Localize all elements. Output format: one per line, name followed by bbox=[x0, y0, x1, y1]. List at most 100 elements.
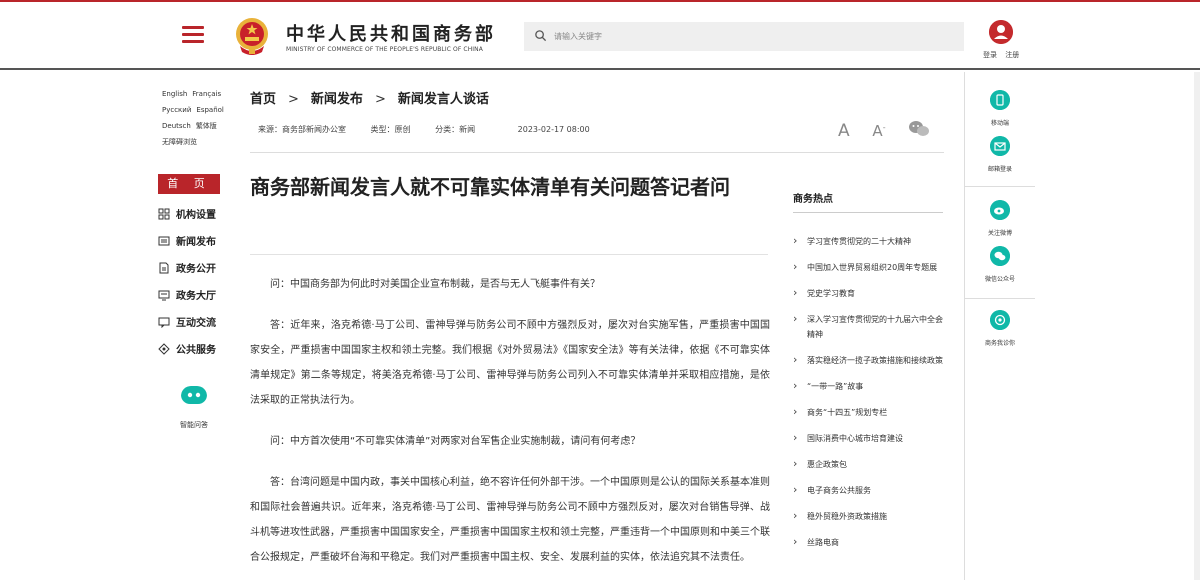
lang-german[interactable]: Deutsch bbox=[162, 122, 191, 130]
meta-type: 类型：原创 bbox=[370, 125, 411, 134]
email-login-link[interactable]: 邮箱登录 bbox=[965, 136, 1035, 173]
weibo-link[interactable]: 关注微博 bbox=[965, 200, 1035, 237]
mobile-link[interactable]: 移动端 bbox=[965, 90, 1035, 127]
register-link[interactable]: 注册 bbox=[1005, 51, 1019, 59]
wechat-label: 微信公众号 bbox=[984, 276, 1015, 283]
font-small-sup: - bbox=[882, 123, 886, 132]
robot-chat-icon bbox=[181, 386, 207, 404]
menu-icon[interactable] bbox=[182, 26, 204, 44]
lang-english[interactable]: English bbox=[162, 90, 187, 98]
service-label: 商务我诊你 bbox=[984, 340, 1015, 347]
nav-item-label: 政务公开 bbox=[176, 264, 216, 275]
article-paragraph: 答：台湾问题是中国内政，事关中国核心利益，绝不容许任何外部干涉。一个中国原则是公… bbox=[250, 477, 770, 563]
smart-qa-label: 智能问答 bbox=[180, 421, 208, 429]
weibo-icon bbox=[990, 200, 1010, 220]
login-link[interactable]: 登录 bbox=[983, 51, 997, 59]
hot-topic-item[interactable]: 电子商务公共服务 bbox=[793, 482, 948, 498]
monitor-icon bbox=[158, 290, 170, 300]
accessible-browse-link[interactable]: 无障碍浏览 bbox=[162, 138, 197, 146]
hot-topic-item[interactable]: “一带一路”故事 bbox=[793, 378, 948, 394]
nav-item-interaction[interactable]: 互动交流 bbox=[158, 308, 234, 335]
grid-icon bbox=[158, 208, 170, 219]
nav-item-open-gov[interactable]: 政务公开 bbox=[158, 254, 234, 281]
language-links: English Français Русский Español Deutsch 繁体… bbox=[162, 86, 232, 150]
divider bbox=[965, 186, 1035, 187]
hot-topic-item[interactable]: 中国加入世界贸易组织20周年专题展 bbox=[793, 259, 948, 275]
hot-topic-item[interactable]: 深入学习宣传贯彻党的十九届六中全会精神 bbox=[793, 311, 948, 342]
nav-item-gov-hall[interactable]: 政务大厅 bbox=[158, 281, 234, 308]
wechat-icon bbox=[990, 246, 1010, 266]
article-paragraph: 问：中国商务部为何此时对美国企业宣布制裁，是否与无人飞艇事件有关？ bbox=[270, 279, 600, 290]
article-title: 商务部新闻发言人就不可靠实体清单有关问题答记者问 bbox=[250, 175, 730, 199]
nav-item-label: 机构设置 bbox=[176, 210, 216, 221]
breadcrumb-separator: > bbox=[374, 92, 386, 107]
hot-topic-item[interactable]: 丝路电商 bbox=[793, 534, 948, 550]
hot-topic-item[interactable]: 稳外贸稳外资政策措施 bbox=[793, 508, 948, 524]
nav-item-public-service[interactable]: 公共服务 bbox=[158, 335, 234, 362]
mobile-label: 移动端 bbox=[990, 120, 1009, 127]
hot-topic-item[interactable]: 党史学习教育 bbox=[793, 285, 948, 301]
breadcrumb-news[interactable]: 新闻发布 bbox=[311, 92, 363, 107]
diamond-icon bbox=[158, 342, 170, 355]
mobile-icon bbox=[990, 90, 1010, 110]
nav-item-news[interactable]: 新闻发布 bbox=[158, 227, 234, 254]
divider bbox=[965, 298, 1035, 299]
hot-topics-title: 商务热点 bbox=[793, 194, 833, 205]
nav-item-label: 新闻发布 bbox=[176, 237, 216, 248]
nav-item-org[interactable]: 机构设置 bbox=[158, 200, 234, 227]
breadcrumb: 首页 > 新闻发布 > 新闻发言人谈话 bbox=[250, 88, 489, 107]
hot-topic-item[interactable]: 商务“十四五”规划专栏 bbox=[793, 404, 948, 420]
breadcrumb-spokesperson[interactable]: 新闻发言人谈话 bbox=[398, 92, 489, 107]
site-title[interactable]: 中华人民共和国商务部 bbox=[286, 20, 496, 46]
divider bbox=[793, 212, 943, 213]
font-large-button[interactable]: A bbox=[838, 121, 850, 141]
meta-category: 分类：新闻 bbox=[435, 125, 476, 134]
lang-traditional[interactable]: 繁体版 bbox=[196, 122, 217, 130]
search-box[interactable] bbox=[524, 22, 964, 51]
scrollbar[interactable] bbox=[1194, 72, 1200, 580]
article-body: 问：中国商务部为何此时对美国企业宣布制裁，是否与无人飞艇事件有关？ 答：近年来，… bbox=[250, 272, 770, 580]
lang-spanish[interactable]: Español bbox=[196, 106, 223, 114]
article-meta: 来源：商务部新闻办公室 类型：原创 分类：新闻 2023-02-17 08:00 bbox=[258, 124, 612, 135]
hot-topic-item[interactable]: 国际消费中心城市培育建设 bbox=[793, 430, 948, 446]
user-links: 登录 注册 bbox=[983, 50, 1025, 60]
article-paragraph: 问：中方首次使用“不可靠实体清单”对两家对台军售企业实施制裁，请问有何考虑？ bbox=[270, 436, 641, 447]
national-emblem-icon[interactable] bbox=[234, 16, 270, 56]
search-icon[interactable] bbox=[534, 29, 547, 42]
nav-item-label: 政务大厅 bbox=[176, 291, 216, 302]
smart-qa-button[interactable]: 智能问答 bbox=[170, 386, 218, 430]
wechat-share-icon[interactable] bbox=[908, 120, 930, 138]
hot-topic-item[interactable]: 学习宣传贯彻党的二十大精神 bbox=[793, 233, 948, 249]
lang-russian[interactable]: Русский bbox=[162, 106, 191, 114]
document-icon bbox=[159, 262, 169, 273]
meta-source: 来源：商务部新闻办公室 bbox=[258, 125, 346, 134]
breadcrumb-home[interactable]: 首页 bbox=[250, 92, 276, 107]
article-tools: A A- bbox=[838, 120, 930, 141]
newspaper-icon bbox=[158, 236, 170, 245]
email-label: 邮箱登录 bbox=[987, 166, 1012, 173]
nav-item-label: 公共服务 bbox=[176, 345, 216, 356]
site-subtitle: MINISTRY OF COMMERCE OF THE PEOPLE'S REP… bbox=[286, 46, 483, 53]
font-small-letter: A bbox=[872, 122, 883, 140]
user-avatar-icon[interactable] bbox=[989, 20, 1013, 44]
meta-date: 2023-02-17 08:00 bbox=[517, 125, 590, 134]
article-paragraph: 答：近年来，洛克希德·马丁公司、雷神导弹与防务公司不顾中方强烈反对，屡次对台实施… bbox=[250, 320, 770, 406]
divider bbox=[250, 152, 944, 153]
wechat-account-link[interactable]: 微信公众号 bbox=[965, 246, 1035, 283]
lang-french[interactable]: Français bbox=[192, 90, 221, 98]
chat-icon bbox=[158, 317, 170, 328]
divider bbox=[250, 254, 768, 255]
site-header: 中华人民共和国商务部 MINISTRY OF COMMERCE OF THE P… bbox=[0, 0, 1200, 70]
at-sign-icon bbox=[990, 310, 1010, 330]
font-small-button[interactable]: A- bbox=[872, 122, 885, 140]
weibo-label: 关注微博 bbox=[987, 230, 1012, 237]
hot-topic-item[interactable]: 惠企政策包 bbox=[793, 456, 948, 472]
hot-topic-item[interactable]: 落实稳经济一揽子政策措施和接续政策 bbox=[793, 352, 948, 368]
right-sidebar: 移动端 邮箱登录 关注微博 微信公众号 商务我诊你 bbox=[964, 72, 1035, 580]
hot-topics-list: 学习宣传贯彻党的二十大精神 中国加入世界贸易组织20周年专题展 党史学习教育 深… bbox=[793, 233, 948, 561]
breadcrumb-separator: > bbox=[288, 92, 299, 107]
search-input[interactable] bbox=[554, 26, 954, 46]
nav-home[interactable]: 首 页 bbox=[158, 174, 220, 194]
service-link[interactable]: 商务我诊你 bbox=[965, 310, 1035, 347]
mail-icon bbox=[990, 136, 1010, 156]
